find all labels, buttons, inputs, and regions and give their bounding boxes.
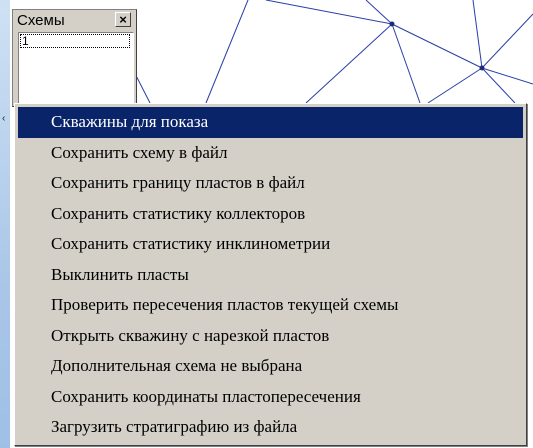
menu-item-save-scheme[interactable]: Сохранить схему в файл [18, 138, 523, 169]
schemes-panel: Схемы × 1 [12, 9, 137, 108]
triangulation-edge [481, 13, 533, 69]
schemes-panel-title: Схемы [17, 12, 65, 29]
list-item[interactable]: 1 [20, 34, 130, 48]
menu-item-pinch-out-layers[interactable]: Выклинить пласты [18, 260, 523, 291]
triangulation-edge [365, 0, 393, 25]
triangulation-edge [265, 0, 393, 25]
menu-item-additional-scheme[interactable]: Дополнительная схема не выбрана [18, 351, 523, 382]
triangulation-edge [427, 67, 483, 104]
triangulation-edge [205, 0, 249, 104]
menu-item-save-layer-boundary[interactable]: Сохранить границу пластов в файл [18, 168, 523, 199]
triangulation-edge [305, 23, 393, 104]
menu-item-load-stratigraphy[interactable]: Загрузить стратиграфию из файла [18, 412, 523, 443]
menu-item-wells-to-show[interactable]: Скважины для показа [18, 107, 523, 138]
well-node [389, 21, 395, 27]
menu-item-save-collector-stats[interactable]: Сохранить статистику коллекторов [18, 199, 523, 230]
menu-item-check-layer-intersections[interactable]: Проверить пересечения пластов текущей сх… [18, 290, 523, 321]
menu-item-save-inclinometry-stats[interactable]: Сохранить статистику инклинометрии [18, 229, 523, 260]
triangulation-edge [472, 0, 483, 69]
context-menu: Скважины для показа Сохранить схему в фа… [14, 103, 527, 446]
menu-item-open-well-with-layers[interactable]: Открыть скважину с нарезкой пластов [18, 321, 523, 352]
close-button[interactable]: × [115, 12, 131, 27]
close-icon: × [119, 12, 127, 27]
well-node [479, 65, 485, 71]
schemes-list[interactable]: 1 [18, 32, 134, 108]
scroll-marker: ‹ [2, 113, 6, 124]
menu-item-save-intersection-coords[interactable]: Сохранить координаты пластопересечения [18, 382, 523, 413]
